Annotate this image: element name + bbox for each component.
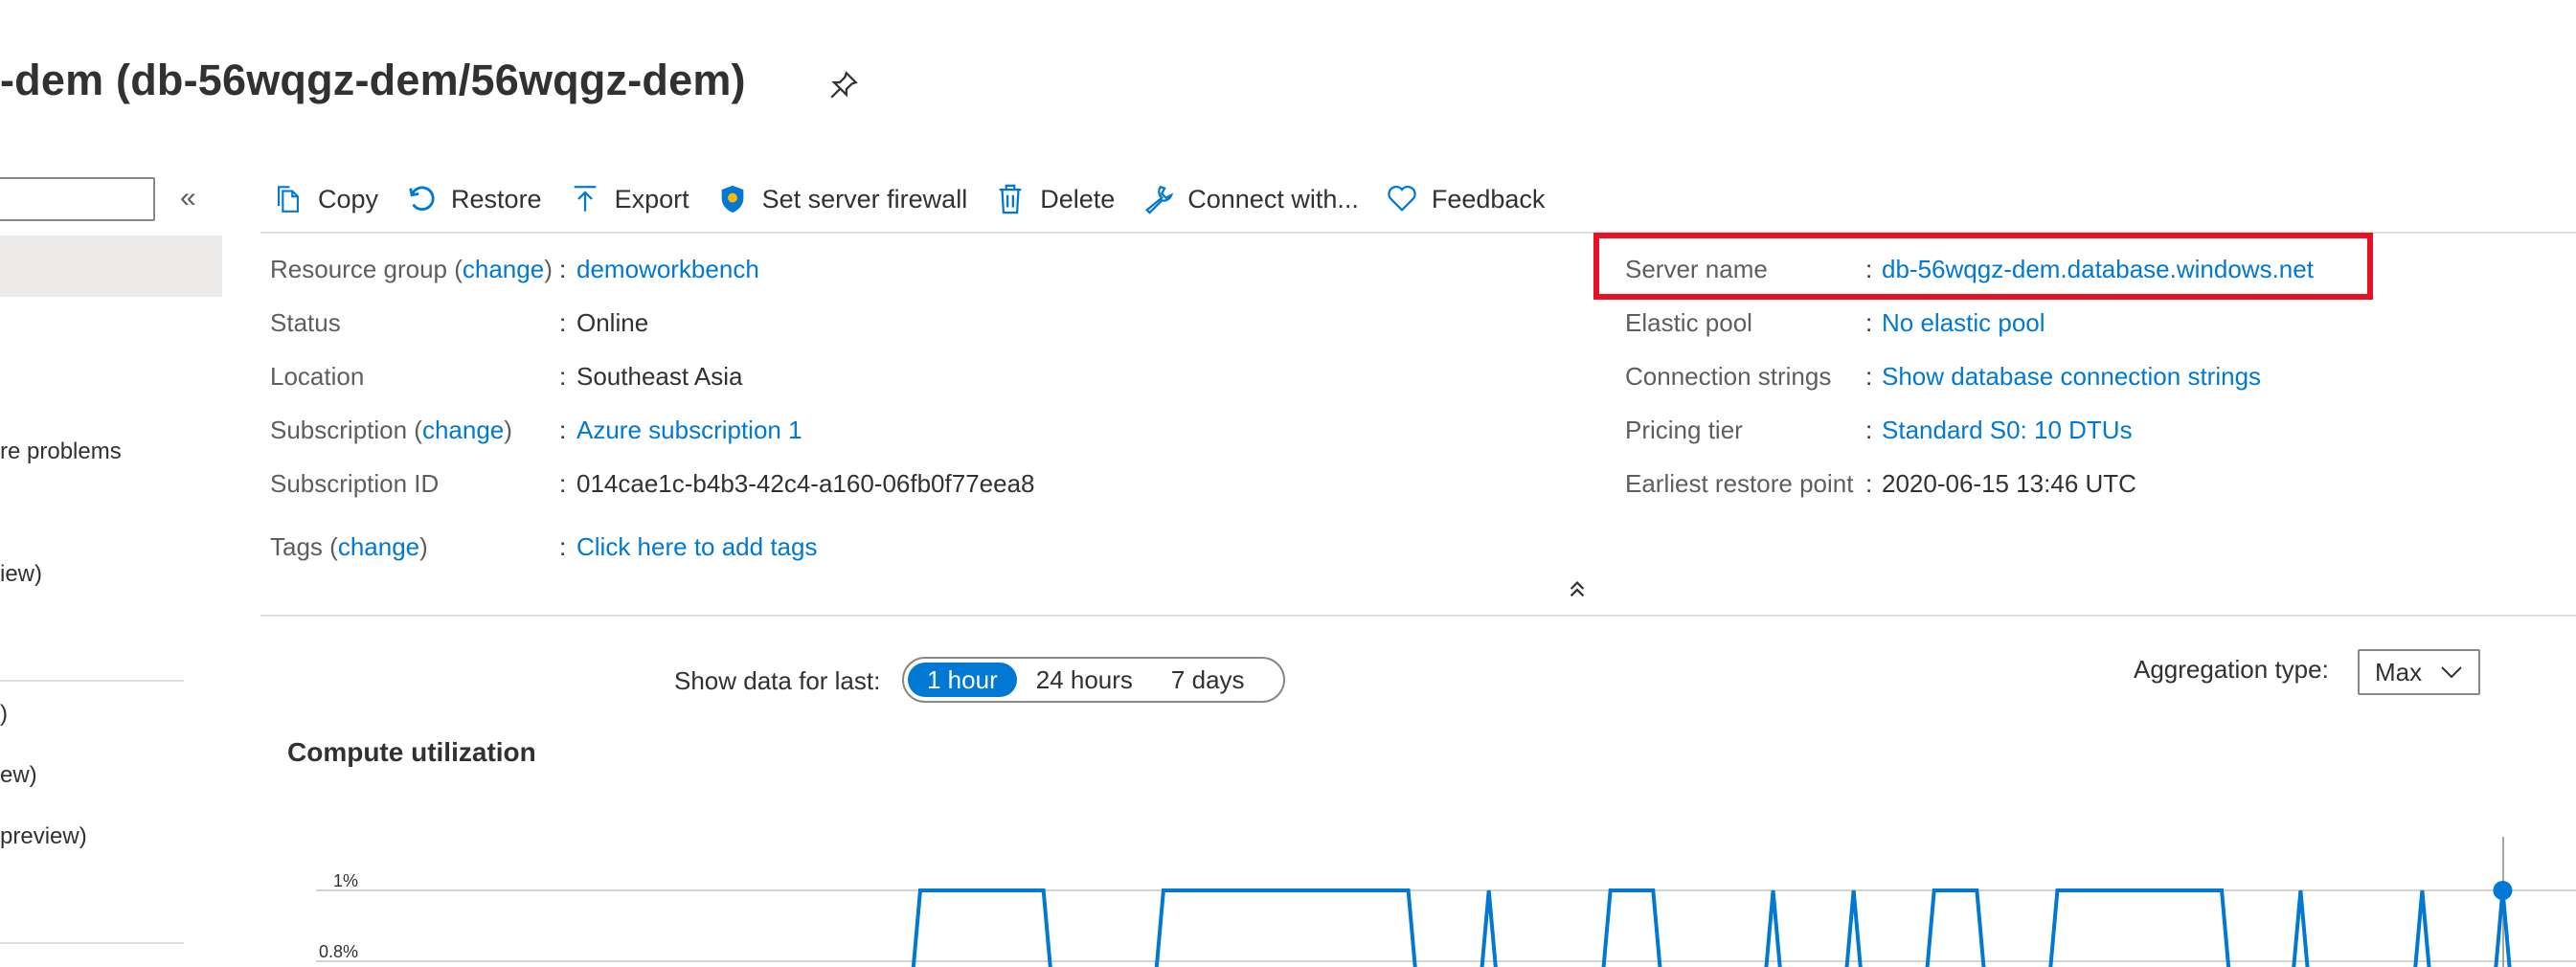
series-peak-0: [911, 888, 1052, 967]
series-peak-3: [1601, 888, 1662, 967]
pricing-tier-label: Pricing tier: [1625, 416, 1743, 444]
series-peak-8: [2292, 889, 2310, 967]
series-peak-4: [1764, 889, 1782, 967]
pin-icon[interactable]: [827, 69, 860, 101]
nav-item-b[interactable]: ew): [0, 762, 37, 789]
restore-point-label: Earliest restore point: [1625, 469, 1854, 498]
resource-group-label: Resource group (change): [270, 255, 553, 283]
hover-point: [2493, 881, 2513, 900]
colon: :: [1865, 469, 1873, 498]
series-peak-5: [1844, 889, 1863, 967]
series-layer: [911, 881, 2513, 967]
server-name-label: Server name: [1625, 255, 1768, 283]
series-peak-6: [1925, 888, 1986, 967]
collapse-essentials-icon[interactable]: [1567, 578, 1588, 599]
location-label: Location: [270, 362, 365, 391]
show-data-label: Show data for last:: [674, 666, 881, 695]
colon: :: [1865, 416, 1873, 444]
nav-item-a[interactable]: ): [0, 701, 8, 728]
status-value: Online: [576, 308, 649, 337]
time-range-toggle: 1 hour 24 hours 7 days: [902, 657, 1285, 703]
colon: :: [559, 362, 567, 391]
set-server-firewall-label: Set server firewall: [761, 184, 968, 214]
restore-icon: [409, 186, 435, 212]
delete-label: Delete: [1040, 184, 1116, 214]
connect-with-label: Connect with...: [1187, 184, 1359, 214]
restore-label: Restore: [451, 184, 542, 214]
server-name-link[interactable]: db-56wqgz-dem.database.windows.net: [1882, 255, 2314, 284]
restore-point-value: 2020-06-15 13:46 UTC: [1882, 469, 2136, 498]
change-tags-link[interactable]: change: [338, 532, 419, 561]
compute-utilization-chart: 1% 0.8%: [316, 837, 2576, 967]
nav-item-diagnose[interactable]: re problems: [0, 439, 122, 465]
status-label: Status: [270, 308, 341, 337]
tags-label: Tags (change): [270, 532, 428, 561]
aggregation-type-value: Max: [2375, 657, 2423, 686]
export-button[interactable]: Export: [569, 183, 689, 215]
change-subscription-link[interactable]: change: [422, 416, 504, 444]
connection-strings-label: Connection strings: [1625, 362, 1832, 391]
chevron-down-icon: [2441, 666, 2462, 679]
nav-divider: [0, 680, 184, 682]
colon: :: [559, 469, 567, 498]
aggregation-type-select[interactable]: Max: [2358, 649, 2480, 695]
set-server-firewall-button[interactable]: Set server firewall: [716, 183, 968, 215]
series-peak-1: [1154, 888, 1417, 967]
feedback-button[interactable]: Feedback: [1386, 183, 1546, 215]
export-icon: [574, 186, 596, 212]
copy-button[interactable]: Copy: [272, 183, 378, 215]
range-7-days[interactable]: 7 days: [1152, 663, 1264, 697]
page-title: -dem (db-56wqgz-dem/56wqgz-dem): [0, 56, 746, 104]
series-peak-9: [2413, 889, 2431, 967]
subscription-id-label: Subscription ID: [270, 469, 440, 498]
connection-strings-link[interactable]: Show database connection strings: [1882, 362, 2261, 392]
add-tags-link[interactable]: Click here to add tags: [576, 532, 817, 562]
shield-icon: [721, 185, 743, 214]
y-tick-1pct: 1%: [333, 871, 358, 890]
colon: :: [559, 255, 567, 283]
restore-button[interactable]: Restore: [405, 183, 542, 215]
colon: :: [1865, 308, 1873, 337]
wrench-icon: [1145, 185, 1174, 214]
connect-with-button[interactable]: Connect with...: [1141, 183, 1359, 215]
nav-item-preview[interactable]: iew): [0, 561, 42, 588]
colon: :: [1865, 362, 1873, 391]
pricing-tier-link[interactable]: Standard S0: 10 DTUs: [1882, 416, 2133, 445]
essentials-divider: [260, 615, 2576, 617]
chart-title: Compute utilization: [287, 737, 536, 767]
resource-group-link[interactable]: demoworkbench: [576, 255, 759, 284]
colon: :: [559, 532, 567, 561]
copy-icon: [278, 186, 299, 213]
range-24-hours[interactable]: 24 hours: [1017, 663, 1152, 697]
nav-selected-item[interactable]: [0, 236, 222, 297]
copy-label: Copy: [318, 184, 379, 214]
trash-icon: [999, 184, 1022, 214]
range-1-hour[interactable]: 1 hour: [908, 663, 1017, 697]
y-tick-08pct: 0.8%: [319, 942, 358, 961]
colon: :: [1865, 255, 1873, 283]
colon: :: [559, 308, 567, 337]
nav-search-input[interactable]: [0, 177, 155, 221]
subscription-label: Subscription (change): [270, 416, 512, 444]
export-label: Export: [614, 184, 689, 214]
feedback-label: Feedback: [1431, 184, 1546, 214]
subscription-id-value: 014cae1c-b4b3-42c4-a160-06fb0f77eea8: [576, 469, 1035, 498]
subscription-link[interactable]: Azure subscription 1: [576, 416, 802, 445]
elastic-pool-label: Elastic pool: [1625, 308, 1752, 337]
location-value: Southeast Asia: [576, 362, 743, 391]
delete-button[interactable]: Delete: [994, 183, 1115, 215]
command-bar: Copy Restore Export Set server firewall …: [272, 178, 1571, 220]
colon: :: [559, 416, 567, 444]
aggregation-type-label: Aggregation type:: [2134, 655, 2329, 684]
series-peak-2: [1480, 889, 1498, 967]
heart-icon: [1388, 185, 1416, 212]
series-peak-7: [2048, 888, 2231, 967]
collapse-nav-icon[interactable]: «: [180, 184, 196, 213]
change-resource-group-link[interactable]: change: [463, 255, 544, 283]
elastic-pool-link[interactable]: No elastic pool: [1882, 308, 2045, 338]
